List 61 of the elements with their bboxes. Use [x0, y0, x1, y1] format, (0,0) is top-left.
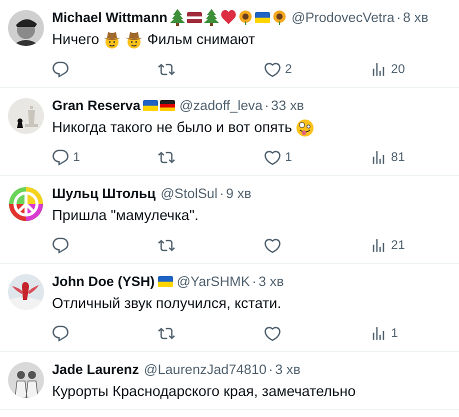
- user-name[interactable]: Gran Reserva: [52, 98, 140, 113]
- reply-icon: [52, 148, 69, 166]
- user-handle[interactable]: @YarSHMK: [176, 274, 250, 289]
- user-name[interactable]: Michael Wittmann: [52, 10, 168, 25]
- flag-icon: [158, 276, 173, 288]
- user-handle[interactable]: @LaurenzJad74810: [144, 362, 267, 377]
- user-name[interactable]: Jade Laurenz: [52, 362, 139, 377]
- reply-icon: [52, 236, 69, 254]
- reply-icon: [52, 324, 69, 342]
- separator-dot: ·: [264, 98, 270, 113]
- flag-icon: [187, 12, 202, 24]
- reply-text: Никогда такого не было и вот опять: [52, 120, 292, 136]
- views-button[interactable]: 1: [370, 323, 398, 343]
- separator-dot: ·: [268, 362, 274, 377]
- tree-icon: [170, 9, 186, 26]
- views-icon: [370, 148, 387, 166]
- reply-text: Отличный звук получился, кстати.: [52, 296, 282, 312]
- user-name[interactable]: John Doe (YSH): [52, 274, 155, 289]
- timestamp[interactable]: 8 хв: [402, 10, 428, 25]
- heart-icon: [264, 148, 281, 166]
- user-handle[interactable]: @zadoff_leva: [179, 98, 263, 113]
- like-button[interactable]: 2: [264, 59, 292, 79]
- heart-icon: [264, 236, 281, 254]
- views-icon: [370, 60, 387, 78]
- reply-text: Курорты Краснодарского края, замечательно: [52, 384, 356, 400]
- views-button[interactable]: 20: [370, 59, 405, 79]
- separator-dot: ·: [396, 10, 401, 25]
- flag-icon: [160, 100, 176, 112]
- cowboy-emoji-icon: [125, 30, 144, 48]
- sunflower-icon: [272, 10, 288, 25]
- user-handle[interactable]: @ProdovecVetra: [291, 10, 394, 25]
- separator-dot: ·: [220, 186, 224, 201]
- reply-button[interactable]: [52, 323, 69, 343]
- sunflower-icon: [238, 10, 254, 25]
- flag-icon: [143, 100, 158, 112]
- flag-icon: [255, 12, 270, 24]
- reply-button[interactable]: 1: [52, 147, 80, 167]
- heart-icon: [264, 60, 281, 78]
- views-icon: [370, 324, 387, 342]
- views-button[interactable]: 21: [370, 235, 405, 255]
- user-handle[interactable]: @StolSul: [160, 186, 218, 201]
- timestamp[interactable]: 9 хв: [226, 186, 252, 201]
- views-icon: [370, 236, 387, 254]
- timestamp[interactable]: 33 хв: [271, 98, 304, 113]
- heart-icon: [264, 324, 281, 342]
- reply-text: Пришла "мамулечка".: [52, 208, 199, 224]
- user-name[interactable]: Шульц Штольц: [52, 186, 156, 201]
- reply-button[interactable]: [52, 59, 69, 79]
- like-button[interactable]: 1: [264, 147, 292, 167]
- timestamp[interactable]: 3 хв: [258, 274, 284, 289]
- reply-icon: [52, 60, 69, 78]
- views-button[interactable]: 81: [370, 147, 405, 167]
- cowboy-emoji-icon: [103, 30, 122, 48]
- reply-text: Фильм снимают: [147, 32, 255, 48]
- reply-button[interactable]: [52, 235, 69, 255]
- heart-icon: [221, 10, 236, 25]
- reply-text: Ничего: [52, 32, 100, 48]
- timestamp[interactable]: 3 хв: [275, 362, 300, 377]
- separator-dot: ·: [252, 274, 256, 289]
- zany-emoji-icon: [296, 118, 314, 136]
- tree-icon: [204, 9, 220, 26]
